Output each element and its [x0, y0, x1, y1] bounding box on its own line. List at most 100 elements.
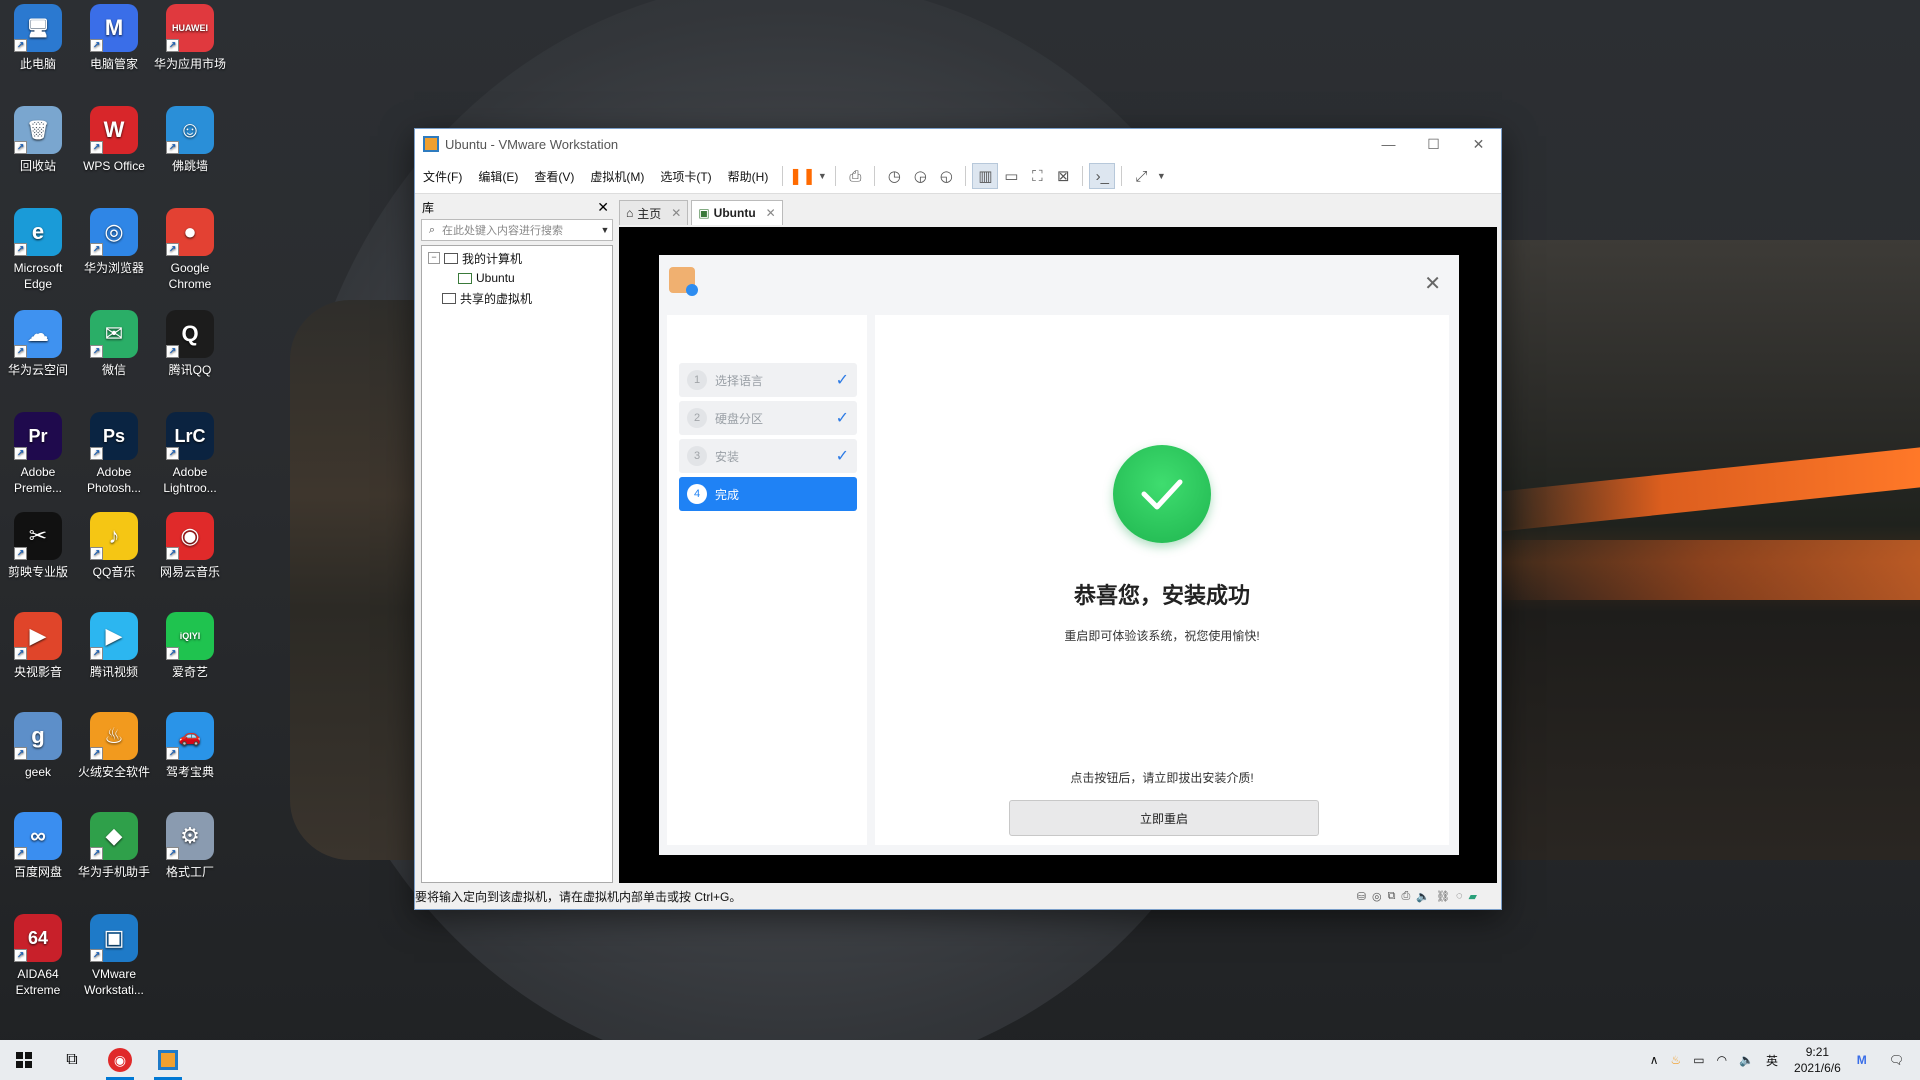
desktop-icon[interactable]: ◎ ↗ 华为浏览器 — [76, 208, 152, 276]
clock[interactable]: 9:21 2021/6/6 — [1784, 1044, 1851, 1076]
dropdown-arrow-icon[interactable]: ▼ — [1154, 163, 1168, 189]
menu-vm[interactable]: 虚拟机(M) — [582, 168, 652, 185]
desktop-icon[interactable]: ▶ ↗ 央视影音 — [0, 612, 76, 680]
usb-icon[interactable]: ⛓ — [1436, 890, 1450, 903]
app-icon: iQIYI ↗ — [166, 612, 214, 660]
app-icon: ♨ ↗ — [90, 712, 138, 760]
notification-center-icon[interactable]: 🗨 — [1873, 1053, 1920, 1067]
volume-icon[interactable]: 🔈 — [1733, 1053, 1760, 1067]
desktop-icon[interactable]: e ↗ Microsoft Edge — [0, 208, 76, 292]
revert-snapshot-icon[interactable]: ◶ — [907, 163, 933, 189]
desktop-icon[interactable]: 🗑 ↗ 回收站 — [0, 106, 76, 174]
desktop-icon[interactable]: ▶ ↗ 腾讯视频 — [76, 612, 152, 680]
desktop-icon[interactable]: W ↗ WPS Office — [76, 106, 152, 174]
desktop-icon[interactable]: Ps ↗ Adobe Photosh... — [76, 412, 152, 496]
message-log-icon[interactable]: ▰ — [1469, 890, 1477, 903]
tree-item-my-computer[interactable]: − 我的计算机 — [422, 248, 612, 268]
app-icon: ◉ ↗ — [166, 512, 214, 560]
desktop-icon[interactable]: ☺ ↗ 佛跳墙 — [152, 106, 228, 174]
desktop-icon[interactable]: 🖥 ↗ 此电脑 — [0, 4, 76, 72]
desktop-icon[interactable]: ✉ ↗ 微信 — [76, 310, 152, 378]
close-window-button[interactable]: ✕ — [1456, 129, 1501, 159]
menu-view[interactable]: 查看(V) — [526, 168, 582, 185]
desktop-icon[interactable]: ☁ ↗ 华为云空间 — [0, 310, 76, 378]
wifi-icon[interactable]: ◠ — [1711, 1053, 1733, 1067]
show-library-icon[interactable]: ▥ — [972, 163, 999, 189]
library-search[interactable]: ⌕ 在此处键入内容进行搜索 ▼ — [421, 219, 613, 241]
snapshot-manager-icon[interactable]: ◵ — [933, 163, 959, 189]
thumbnail-bar-icon[interactable]: ▭ — [998, 163, 1024, 189]
close-dialog-icon[interactable]: ✕ — [1424, 271, 1441, 296]
desktop-icon[interactable]: g ↗ geek — [0, 712, 76, 780]
close-library-icon[interactable]: ✕ — [597, 199, 609, 216]
battery-icon[interactable]: ▭ — [1687, 1053, 1710, 1067]
app-icon: ⚙ ↗ — [166, 812, 214, 860]
desktop-icon[interactable]: 64 ↗ AIDA64 Extreme — [0, 914, 76, 998]
desktop-icon[interactable]: ⚙ ↗ 格式工厂 — [152, 812, 228, 880]
taskbar-netease-music[interactable]: ◉ — [96, 1040, 144, 1080]
desktop-icon[interactable]: HUAWEI ↗ 华为应用市场 — [152, 4, 228, 72]
display-icon[interactable]: ◌ — [1456, 890, 1463, 903]
unity-icon[interactable]: ⊠ — [1050, 163, 1076, 189]
dropdown-arrow-icon[interactable]: ▼ — [815, 163, 829, 189]
printer-icon[interactable]: ⎙ — [1402, 890, 1411, 903]
vm-console[interactable]: ✕ 1 选择语言 ✓ 2 硬盘分区 ✓ 3 安装 ✓ 4 完成 恭喜您，安装成功… — [619, 227, 1497, 883]
installer-dialog: ✕ 1 选择语言 ✓ 2 硬盘分区 ✓ 3 安装 ✓ 4 完成 恭喜您，安装成功… — [659, 255, 1459, 855]
tab-ubuntu[interactable]: ▣ Ubuntu ✕ — [691, 200, 783, 225]
desktop-icon[interactable]: iQIYI ↗ 爱奇艺 — [152, 612, 228, 680]
taskbar-vmware[interactable] — [144, 1040, 192, 1080]
menu-help[interactable]: 帮助(H) — [720, 168, 777, 185]
desktop-icon[interactable]: M ↗ 电脑管家 — [76, 4, 152, 72]
desktop-icon[interactable]: ♨ ↗ 火绒安全软件 — [76, 712, 152, 780]
menu-file[interactable]: 文件(F) — [415, 168, 470, 185]
restart-now-button[interactable]: 立即重启 — [1009, 800, 1319, 836]
stretch-guest-icon[interactable]: ⤢ — [1128, 163, 1154, 189]
desktop-icon[interactable]: ✂ ↗ 剪映专业版 — [0, 512, 76, 580]
desktop-icon[interactable]: ♪ ↗ QQ音乐 — [76, 512, 152, 580]
console-view-icon[interactable]: ›_ — [1089, 163, 1116, 189]
pause-icon[interactable]: ❚❚ — [789, 163, 816, 189]
start-button[interactable] — [0, 1040, 48, 1080]
huorong-tray-icon[interactable]: ♨ — [1664, 1053, 1687, 1067]
desktop-icon[interactable]: 🚗 ↗ 驾考宝典 — [152, 712, 228, 780]
task-view-button[interactable]: ⧉ — [48, 1040, 96, 1080]
input-method-indicator[interactable]: 英 — [1760, 1052, 1784, 1069]
status-bar: 要将输入定向到该虚拟机，请在虚拟机内部单击或按 Ctrl+G。 ⛁ ◎ ⧉ ⎙ … — [415, 885, 1501, 907]
minimize-button[interactable]: — — [1366, 129, 1411, 159]
menu-edit[interactable]: 编辑(E) — [470, 168, 526, 185]
desktop-icon[interactable]: Pr ↗ Adobe Premie... — [0, 412, 76, 496]
collapse-icon[interactable]: − — [428, 252, 440, 264]
desktop-icon[interactable]: Q ↗ 腾讯QQ — [152, 310, 228, 378]
desktop-icon[interactable]: ◉ ↗ 网易云音乐 — [152, 512, 228, 580]
desktop-icon[interactable]: LrC ↗ Adobe Lightroo... — [152, 412, 228, 496]
menu-tabs[interactable]: 选项卡(T) — [652, 168, 719, 185]
sound-icon[interactable]: 🔈 — [1416, 890, 1430, 903]
desktop-icon[interactable]: ● ↗ Google Chrome — [152, 208, 228, 292]
app-icon: W ↗ — [90, 106, 138, 154]
network-adapter-icon[interactable]: ⧉ — [1388, 890, 1396, 903]
pc-manager-tray-icon[interactable]: M — [1851, 1053, 1873, 1067]
desktop-icon-label: WPS Office — [83, 159, 145, 173]
tree-item-ubuntu[interactable]: Ubuntu — [422, 268, 612, 288]
installer-steps: 1 选择语言 ✓ 2 硬盘分区 ✓ 3 安装 ✓ 4 完成 — [667, 315, 867, 845]
send-ctrl-alt-del-icon[interactable]: ⎙ — [842, 163, 868, 189]
title-bar[interactable]: Ubuntu - VMware Workstation — ☐ ✕ — [415, 129, 1501, 159]
checkmark-icon: ✓ — [835, 372, 849, 389]
search-dropdown-icon[interactable]: ▼ — [598, 225, 612, 235]
tab-home[interactable]: ⌂ 主页 ✕ — [619, 200, 689, 225]
shortcut-arrow-icon: ↗ — [166, 647, 179, 660]
device-icons: ⛁ ◎ ⧉ ⎙ 🔈 ⛓ ◌ ▰ — [1357, 890, 1477, 903]
desktop-icon[interactable]: ◆ ↗ 华为手机助手 — [76, 812, 152, 880]
tree-item-shared-vms[interactable]: 共享的虚拟机 — [422, 288, 612, 308]
close-tab-icon[interactable]: ✕ — [766, 206, 776, 220]
desktop-icon[interactable]: ∞ ↗ 百度网盘 — [0, 812, 76, 880]
snapshot-icon[interactable]: ◷ — [881, 163, 907, 189]
hard-disk-icon[interactable]: ⛁ — [1357, 890, 1366, 903]
show-hidden-icons-icon[interactable]: ∧ — [1644, 1053, 1665, 1067]
desktop-icon[interactable]: ▣ ↗ VMware Workstati... — [76, 914, 152, 998]
close-tab-icon[interactable]: ✕ — [671, 206, 681, 220]
cd-drive-icon[interactable]: ◎ — [1372, 890, 1382, 903]
shortcut-arrow-icon: ↗ — [166, 243, 179, 256]
full-screen-icon[interactable]: ⛶ — [1024, 163, 1050, 189]
maximize-button[interactable]: ☐ — [1411, 129, 1456, 159]
